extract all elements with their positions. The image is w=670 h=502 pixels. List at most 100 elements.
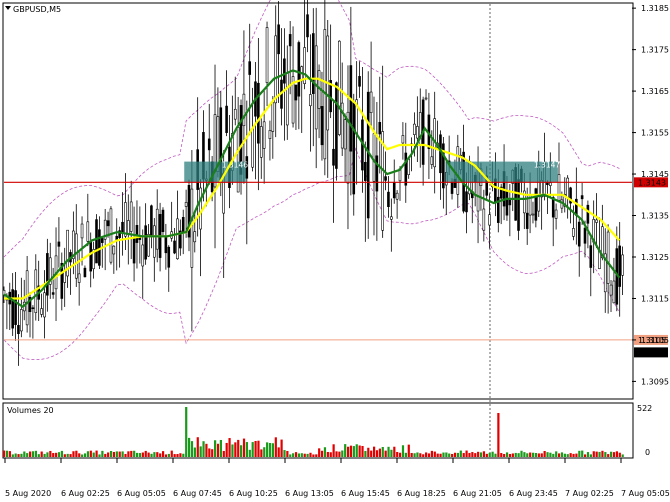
candle-body xyxy=(181,217,185,234)
volume-bar xyxy=(430,450,434,457)
volume-bar xyxy=(425,452,428,457)
volume-bar xyxy=(413,453,416,457)
volume-bar xyxy=(245,442,249,457)
time-tick-label: 7 Aug 05:05 xyxy=(621,489,670,498)
candle-body xyxy=(262,121,266,149)
candle-body xyxy=(95,219,98,264)
volume-bar xyxy=(364,450,367,457)
candle-body xyxy=(488,214,491,226)
time-tick-label: 6 Aug 05:05 xyxy=(117,489,166,498)
price-chart[interactable]: 1.3146 1.3147 1.31431.31051.3102 1.31851.… xyxy=(0,0,670,502)
volume-title: Volumes 20 xyxy=(7,406,54,415)
volume-bar xyxy=(49,450,52,457)
candle-body xyxy=(277,24,280,55)
candle-body xyxy=(378,122,382,135)
candle-body xyxy=(100,238,104,243)
candle-body xyxy=(242,93,246,127)
volume-bar xyxy=(40,451,43,457)
volume-bar xyxy=(257,440,260,457)
volume-bar xyxy=(31,451,35,457)
volume-bar xyxy=(595,451,598,457)
volume-bar xyxy=(286,451,289,457)
candle-body xyxy=(580,195,584,200)
volume-bar xyxy=(167,453,170,457)
volume-bar xyxy=(315,454,318,457)
volume-bar xyxy=(141,452,144,457)
volume-bar xyxy=(57,452,61,457)
volume-bar xyxy=(581,450,584,457)
candle-body xyxy=(482,208,486,231)
candle-body xyxy=(505,190,509,216)
volume-bar xyxy=(500,453,503,457)
candle-body xyxy=(372,133,376,182)
candle-body xyxy=(381,131,384,231)
volume-bar xyxy=(546,452,549,457)
candle-body xyxy=(566,177,569,199)
time-tick-label: 6 Aug 18:25 xyxy=(397,489,446,498)
volume-bar xyxy=(66,453,69,457)
volume-bar xyxy=(355,444,358,457)
volume-bar xyxy=(396,451,399,457)
volume-bar xyxy=(320,450,324,457)
volume-bar xyxy=(416,452,419,457)
candle-body xyxy=(124,202,127,237)
volume-bar xyxy=(170,450,173,457)
volume-bar xyxy=(436,453,439,457)
volume-bar xyxy=(86,451,90,457)
price-tick-label: 1.3165 xyxy=(641,87,669,96)
volume-bar xyxy=(225,442,228,457)
volume-bar xyxy=(63,454,66,457)
volume-bar xyxy=(312,454,315,457)
candle-body xyxy=(387,191,390,207)
candle-body xyxy=(366,91,370,219)
candle-body xyxy=(395,192,399,200)
support-resistance-tag-label: 1.3143 xyxy=(638,178,666,187)
volume-bar xyxy=(112,451,116,457)
candle-body xyxy=(551,197,555,218)
volume-bar xyxy=(505,452,509,457)
volume-bar xyxy=(537,453,540,457)
volume-bar xyxy=(190,441,194,457)
volume-bar xyxy=(89,450,92,457)
volume-bar xyxy=(381,446,384,457)
volume-bar xyxy=(410,452,413,457)
volume-bar xyxy=(433,451,436,457)
volume-bar xyxy=(83,453,87,457)
volume-bar xyxy=(384,450,387,457)
candle-body xyxy=(343,119,347,150)
candle-body xyxy=(416,126,419,139)
candle-body xyxy=(141,244,145,267)
volume-bar xyxy=(196,437,199,457)
volume-bar xyxy=(254,440,257,457)
time-tick-label: 6 Aug 02:25 xyxy=(61,489,110,498)
candle-body xyxy=(621,254,624,276)
volume-bar xyxy=(358,445,361,457)
volume-bar xyxy=(372,446,376,457)
volume-bar xyxy=(338,451,341,457)
volume-bar xyxy=(20,453,23,457)
volume-bar xyxy=(569,453,572,457)
candle-body xyxy=(369,91,373,114)
volume-bar xyxy=(589,454,592,457)
candle-body xyxy=(199,187,202,230)
candle-body xyxy=(586,204,590,224)
candle-body xyxy=(583,227,587,244)
candle-body xyxy=(531,213,535,216)
candle-body xyxy=(375,155,379,192)
time-tick-label: 5 Aug 2020 xyxy=(5,489,51,498)
candle-body xyxy=(176,218,179,260)
volume-bar xyxy=(401,445,405,457)
volume-bar xyxy=(529,452,532,457)
candle-body xyxy=(465,191,468,213)
candle-body xyxy=(294,84,298,101)
volume-bar xyxy=(448,453,451,457)
volume-bar xyxy=(387,446,390,457)
volume-bar xyxy=(534,453,538,457)
volume-bar xyxy=(508,453,512,457)
candle-body xyxy=(167,246,171,268)
volume-bar xyxy=(297,453,301,457)
candle-body xyxy=(534,188,538,221)
time-tick-label: 6 Aug 10:25 xyxy=(229,489,278,498)
volume-bar xyxy=(456,452,460,457)
volume-bar xyxy=(277,447,280,457)
